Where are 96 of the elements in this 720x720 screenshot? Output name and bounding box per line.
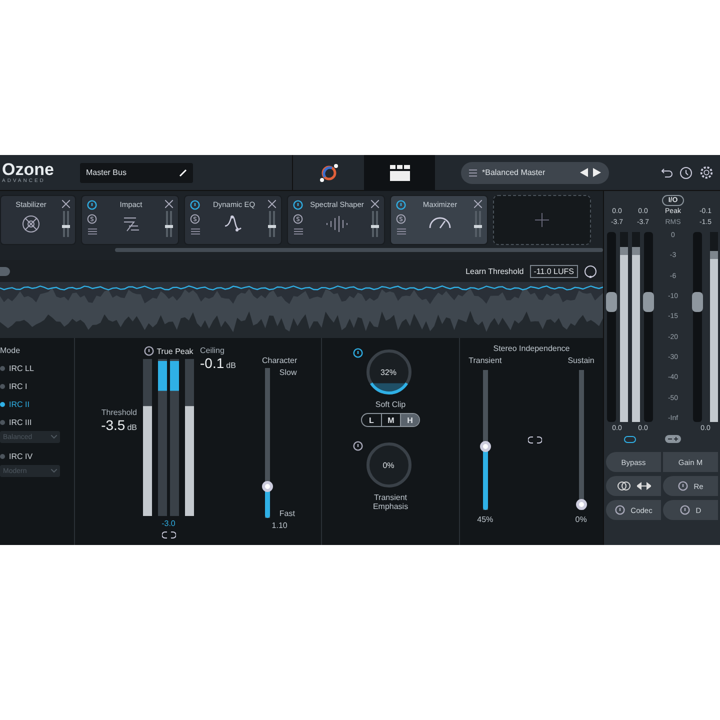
solo-icon[interactable] [396, 214, 406, 224]
link-icon[interactable] [624, 436, 636, 442]
ceiling-unit: dB [226, 361, 236, 370]
gain-reduction-value: -3.0 [162, 519, 176, 528]
transient-power-icon[interactable] [352, 441, 362, 451]
orbit-logo-icon [318, 162, 340, 184]
slider-thumb[interactable] [576, 499, 587, 510]
mode-label: Mode [0, 346, 20, 355]
solo-icon[interactable] [293, 214, 303, 224]
stereo-independence-label: Stereo Independence [493, 344, 570, 353]
fast-label: Fast [279, 509, 296, 518]
history-icon[interactable] [679, 166, 693, 180]
fader-handle[interactable] [643, 292, 654, 312]
learn-threshold-label[interactable]: Learn Threshold [466, 266, 524, 276]
settings-icon[interactable] [699, 165, 714, 180]
output-gain-fader[interactable] [693, 232, 702, 422]
slider-thumb[interactable] [262, 480, 274, 492]
power-icon[interactable] [614, 505, 625, 515]
slider-label: Sustain [568, 356, 594, 365]
list-icon[interactable] [396, 228, 406, 235]
list-icon[interactable] [88, 228, 96, 235]
threshold-label: Threshold [101, 408, 137, 417]
link-icon[interactable] [528, 436, 542, 444]
band-button[interactable]: H [400, 414, 419, 426]
character-value: 1.10 [272, 521, 288, 530]
slider-thumb[interactable] [480, 440, 491, 452]
power-icon[interactable] [678, 481, 688, 491]
list-icon[interactable] [294, 228, 302, 235]
power-icon[interactable] [87, 200, 97, 210]
true-peak-power-icon[interactable] [144, 346, 154, 356]
mode-option[interactable]: IRC IV [0, 452, 33, 461]
input-gain-fader[interactable] [644, 232, 653, 422]
slider-value: 0% [575, 515, 587, 524]
soft-clip-knob[interactable]: 32% [364, 348, 412, 396]
slow-label: Slow [279, 368, 297, 377]
list-icon[interactable] [190, 228, 200, 235]
preset-selector[interactable]: *Balanced Master [461, 162, 609, 184]
solo-icon[interactable] [87, 214, 97, 224]
transient-emphasis-knob[interactable]: 0% [364, 441, 412, 489]
ceiling-label: Ceiling [200, 346, 224, 355]
power-icon[interactable] [293, 200, 303, 210]
view-toggle[interactable] [0, 266, 10, 276]
scrollbar[interactable] [115, 248, 603, 252]
close-icon[interactable] [165, 200, 173, 208]
power-icon[interactable] [190, 200, 200, 210]
overlap-circles-icon [616, 481, 630, 491]
power-icon[interactable] [396, 200, 406, 210]
threshold-unit: dB [127, 423, 137, 432]
ceiling-value[interactable]: -0.1 [200, 355, 224, 371]
fader-icon[interactable] [268, 211, 276, 237]
module-grid-icon [390, 164, 410, 180]
chevron-icon [51, 435, 57, 439]
list-icon [469, 168, 477, 176]
close-icon[interactable] [371, 200, 379, 208]
mode-option[interactable]: IRC LL [0, 364, 34, 373]
close-icon[interactable] [62, 200, 70, 208]
undo-icon[interactable] [661, 166, 673, 178]
plus-icon[interactable] [535, 213, 549, 227]
swap-arrows-icon [636, 482, 650, 490]
mode-option[interactable]: IRC I [0, 382, 28, 391]
pencil-icon[interactable] [179, 168, 187, 176]
close-icon[interactable] [268, 200, 276, 208]
next-icon[interactable] [593, 168, 601, 177]
fader-handle[interactable] [606, 292, 617, 312]
loudness-target-field[interactable]: -11.0 LUFS [530, 264, 578, 278]
mode-option[interactable]: IRC III [0, 418, 32, 427]
slider-label: Transient [468, 356, 502, 365]
balance-icon[interactable] [665, 435, 681, 443]
stereo-button[interactable] [606, 476, 661, 496]
mode-option[interactable]: IRC II [0, 400, 30, 409]
character-label: Character [262, 356, 298, 365]
soft-clip-label: Soft Clip [375, 400, 406, 409]
soft-clip-power-icon[interactable] [352, 348, 362, 358]
true-peak-label[interactable]: True Peak [156, 346, 194, 356]
instance-name-field[interactable]: Master Bus [80, 162, 193, 182]
solo-icon[interactable] [190, 214, 200, 224]
transient-emphasis-label: Transient Emphasis [372, 493, 410, 511]
fader-icon[interactable] [165, 211, 173, 237]
power-icon[interactable] [680, 505, 690, 515]
band-button[interactable]: L [362, 414, 381, 426]
input-gain-fader[interactable] [607, 232, 616, 422]
threshold-value[interactable]: -3.5 [101, 417, 126, 433]
fader-icon[interactable] [62, 211, 70, 237]
link-icon[interactable] [162, 531, 176, 539]
fader-icon[interactable] [371, 211, 379, 237]
learn-icon[interactable] [584, 264, 597, 278]
chevron-icon [51, 469, 57, 473]
fader-icon[interactable] [474, 211, 482, 237]
view-tab[interactable] [364, 154, 435, 190]
crosshair-circle-icon [21, 214, 41, 234]
bars-icon [325, 214, 349, 234]
fader-handle[interactable] [692, 292, 703, 312]
previous-icon[interactable] [580, 168, 588, 177]
close-icon[interactable] [474, 200, 482, 208]
app-logo: Ozone [2, 161, 55, 178]
slider-value: 45% [477, 515, 494, 524]
